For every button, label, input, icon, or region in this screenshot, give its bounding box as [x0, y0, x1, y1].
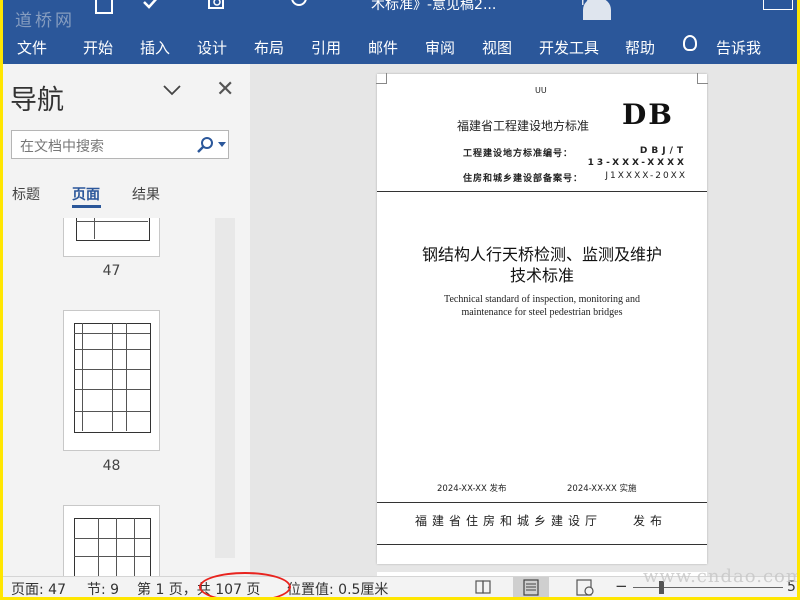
print-preview-icon[interactable]	[207, 0, 227, 14]
tab-mailings[interactable]: 邮件	[368, 37, 398, 58]
navigation-pane: 导航 ✕ 在文档中搜索 标题 页面 结果 47 48	[3, 64, 250, 576]
doc-title-en-line2: maintenance for steel pedestrian bridges	[461, 307, 623, 318]
thumbnail-line	[82, 323, 83, 431]
thumbnail-line	[76, 221, 148, 222]
document-page[interactable]: UU 福建省工程建设地方标准 DB 工程建设地方标准编号： DBJ/T 13-X…	[376, 73, 708, 564]
thumbnail-label: 48	[102, 458, 121, 474]
page-thumbnails: 47 48	[3, 218, 250, 576]
thumbnail-line	[94, 218, 95, 239]
thumbnail-line	[112, 323, 113, 431]
tab-design[interactable]: 设计	[197, 37, 227, 58]
doc-issue-word: 发布	[633, 514, 668, 528]
tab-help[interactable]: 帮助	[625, 37, 655, 58]
doc-authority: 福建省工程建设地方标准	[457, 119, 590, 133]
tab-file[interactable]: 文件	[17, 37, 47, 58]
thumbnail-line	[74, 538, 150, 539]
tab-view[interactable]: 视图	[482, 37, 512, 58]
save-icon[interactable]	[95, 0, 113, 14]
nav-title: 导航	[10, 85, 64, 116]
crop-mark	[697, 73, 708, 84]
tab-pages[interactable]: 页面	[72, 184, 100, 204]
thumbnail-line	[134, 518, 135, 576]
doc-db-mark: DB	[622, 98, 674, 131]
doc-std-no-label: 工程建设地方标准编号：	[463, 149, 574, 159]
document-area[interactable]: UU 福建省工程建设地方标准 DB 工程建设地方标准编号： DBJ/T 13-X…	[250, 64, 797, 576]
web-layout-icon	[576, 579, 594, 596]
zoom-out-button[interactable]: −	[615, 577, 628, 595]
thumbnail-table	[74, 518, 151, 576]
doc-impl-date: 2024-XX-XX 实施	[567, 484, 637, 494]
search-icon[interactable]	[197, 137, 213, 153]
thumbnail-line	[116, 518, 117, 576]
book-icon	[475, 580, 491, 594]
tab-review[interactable]: 审阅	[425, 37, 455, 58]
thumbnail-line	[74, 556, 150, 557]
crop-mark	[376, 73, 387, 84]
doc-issuer: 福建省住房和城乡建设厅	[415, 514, 603, 528]
site-watermark: www.cndao.com	[643, 566, 797, 587]
thumbnail-label: 47	[102, 263, 121, 279]
tell-me-button[interactable]: 告诉我	[716, 37, 761, 58]
ribbon-tabs: 文件 开始 插入 设计 布局 引用 邮件 审阅 视图 开发工具 帮助 告诉我	[3, 32, 797, 64]
watermark: 道桥网	[15, 11, 75, 31]
page-thumbnail-49[interactable]	[63, 505, 160, 576]
doc-record-value: J1XXXX-20XX	[605, 171, 687, 181]
highlight-circle	[199, 572, 291, 597]
tab-insert[interactable]: 插入	[140, 37, 170, 58]
close-icon[interactable]: ✕	[216, 78, 234, 102]
doc-rule	[377, 191, 707, 192]
avatar[interactable]	[583, 0, 611, 20]
doc-rule	[377, 544, 707, 545]
thumbnail-line	[126, 323, 127, 431]
status-position[interactable]: 位置值: 0.5厘米	[287, 579, 388, 597]
tab-headings[interactable]: 标题	[12, 184, 40, 204]
status-section[interactable]: 节: 9	[87, 579, 119, 597]
doc-rule	[377, 502, 707, 503]
tab-developer[interactable]: 开发工具	[539, 37, 599, 58]
check-icon[interactable]	[141, 0, 161, 14]
tab-layout[interactable]: 布局	[254, 37, 284, 58]
word-window: 道桥网 术标准》-意见稿2... rrc 文件 开始 插入 设计 布局 引用 邮…	[3, 0, 797, 597]
redo-icon[interactable]	[289, 0, 309, 14]
doc-std-no-value: DBJ/T	[639, 146, 687, 156]
thumbnail-scrollbar[interactable]	[215, 218, 235, 558]
doc-std-no-value2: 13-XXX-XXXX	[587, 158, 687, 168]
undo-icon[interactable]	[245, 0, 269, 14]
tab-references[interactable]: 引用	[311, 37, 341, 58]
page-thumbnail-47[interactable]	[63, 218, 160, 257]
tab-results[interactable]: 结果	[132, 184, 160, 204]
search-input[interactable]: 在文档中搜索	[11, 130, 229, 159]
doc-code: UU	[535, 86, 547, 95]
document-title: 术标准》-意见稿2...	[371, 0, 497, 13]
doc-title-cn-line2: 技术标准	[509, 266, 574, 285]
tab-home[interactable]: 开始	[83, 37, 113, 58]
search-dropdown-icon[interactable]	[218, 142, 226, 147]
doc-title-en-line1: Technical standard of inspection, monito…	[444, 294, 640, 305]
page-icon	[523, 579, 539, 596]
zoom-slider[interactable]	[633, 587, 783, 588]
chevron-down-icon[interactable]	[163, 84, 181, 96]
web-layout-button[interactable]	[567, 577, 603, 597]
status-page[interactable]: 页面: 47	[11, 579, 66, 597]
page-thumbnail-48[interactable]	[63, 310, 160, 451]
minimize-icon[interactable]	[763, 0, 793, 10]
read-mode-button[interactable]	[465, 577, 501, 597]
print-layout-button[interactable]	[513, 577, 549, 597]
doc-issue-date: 2024-XX-XX 发布	[437, 484, 507, 494]
active-tab-indicator	[72, 205, 101, 208]
thumbnail-line	[98, 518, 99, 576]
lightbulb-icon[interactable]	[683, 35, 697, 51]
search-placeholder: 在文档中搜索	[20, 139, 104, 155]
title-bar: 道桥网 术标准》-意见稿2... rrc	[3, 0, 797, 32]
doc-record-label: 住房和城乡建设部备案号：	[463, 174, 584, 184]
